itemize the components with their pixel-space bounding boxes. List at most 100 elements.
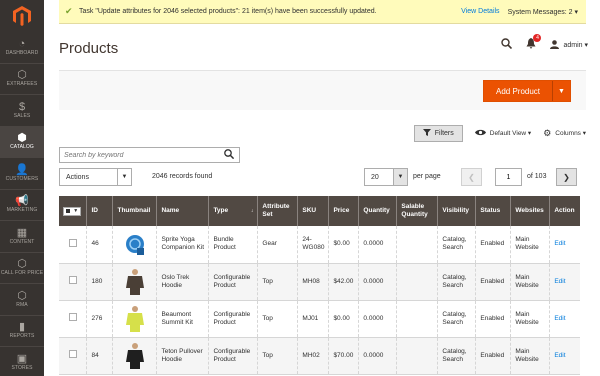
cell-id: 180 xyxy=(86,263,113,301)
edit-link[interactable]: Edit xyxy=(554,278,565,285)
default-view-label: Default View ▾ xyxy=(489,130,532,137)
mass-select-checkbox[interactable]: ▼ xyxy=(63,206,81,216)
cell-quantity: 0.0000 xyxy=(358,226,397,264)
cell-attribute-set: Top xyxy=(257,337,298,375)
edit-link[interactable]: Edit xyxy=(554,352,565,359)
cell-salable-quantity xyxy=(396,226,438,264)
column-header-quantity[interactable]: Quantity xyxy=(358,196,397,226)
sidebar-item-marketing[interactable]: 📢 MARKETING xyxy=(0,190,44,221)
cell-thumbnail[interactable] xyxy=(112,300,157,338)
magento-logo-icon xyxy=(13,6,31,26)
grid-controls: Actions ▼ 2046 records found 20 ▼ per pa… xyxy=(59,168,586,186)
cell-id: 46 xyxy=(86,226,113,264)
mass-select-header[interactable]: ▼ xyxy=(59,196,87,226)
cell-type: Configurable Product xyxy=(208,263,258,301)
system-messages-toggle[interactable]: System Messages: 2 ▾ xyxy=(508,8,578,16)
row-checkbox[interactable] xyxy=(68,313,77,321)
sidebar-item-label: CALL FOR PRICE xyxy=(0,270,44,277)
cell-status: Enabled xyxy=(475,226,511,264)
call-for-price-icon: ⬡ xyxy=(17,258,27,271)
cell-websites: Main Website xyxy=(510,337,550,375)
edit-link[interactable]: Edit xyxy=(554,240,565,247)
sidebar-item-customers[interactable]: 👤 CUSTOMERS xyxy=(0,158,44,190)
view-details-link[interactable]: View Details xyxy=(461,8,499,15)
column-header-name[interactable]: Name xyxy=(156,196,209,226)
main-content: ✔ Task "Update attributes for 2046 selec… xyxy=(44,0,600,376)
product-thumbnail-image[interactable] xyxy=(123,305,147,333)
add-product-button[interactable]: Add Product ▼ xyxy=(483,80,571,102)
columns-label: Columns ▾ xyxy=(555,130,586,137)
row-select-cell xyxy=(59,226,87,264)
table-row[interactable]: 84 Teton Pullover Hoodie Configurable Prod… xyxy=(59,337,580,375)
sidebar-item-stores[interactable]: ▣ STORES xyxy=(0,347,44,376)
current-page-input[interactable] xyxy=(495,168,522,186)
sidebar-item-sales[interactable]: $ SALES xyxy=(0,95,44,127)
column-header-price[interactable]: Price xyxy=(328,196,359,226)
sidebar-item-catalog[interactable]: ⬢ CATALOG xyxy=(0,126,44,158)
search-submit-icon[interactable] xyxy=(219,148,239,162)
sidebar-item-label: CONTENT xyxy=(9,238,35,245)
cell-name: Sprite Yoga Companion Kit xyxy=(156,226,209,264)
default-view-dropdown[interactable]: Default View ▾ xyxy=(474,129,532,138)
cell-websites: Main Website xyxy=(510,300,550,338)
table-row[interactable]: 46 Sprite Yoga Companion Kit Bundle Produc… xyxy=(59,226,580,264)
success-message: ✔ Task "Update attributes for 2046 selec… xyxy=(59,0,586,24)
chevron-down-icon[interactable]: ▼ xyxy=(552,81,570,101)
message-text: Task "Update attributes for 2046 selecte… xyxy=(79,8,377,15)
columns-dropdown[interactable]: ⚙ Columns ▾ xyxy=(543,128,586,139)
row-checkbox[interactable] xyxy=(68,238,77,247)
column-header-websites[interactable]: Websites xyxy=(510,196,550,226)
keyword-search xyxy=(59,147,240,163)
sidebar-item-extrafees[interactable]: ⬡ EXTRAFEES xyxy=(0,64,44,95)
product-thumbnail-image[interactable] xyxy=(123,230,147,258)
cell-thumbnail[interactable] xyxy=(112,263,157,301)
edit-link[interactable]: Edit xyxy=(554,315,565,322)
user-menu[interactable]: admin ▾ xyxy=(550,40,588,49)
megaphone-icon: 📢 xyxy=(15,195,29,208)
search-icon[interactable] xyxy=(501,38,513,51)
per-page-select[interactable]: 20 ▼ xyxy=(364,168,408,186)
cell-quantity: 0.0000 xyxy=(358,300,397,338)
sidebar-item-call-for-price[interactable]: ⬡ CALL FOR PRICE xyxy=(0,253,44,284)
cell-action: Edit xyxy=(549,337,580,375)
product-thumbnail-image[interactable] xyxy=(123,342,147,370)
column-header-sku[interactable]: SKU xyxy=(297,196,329,226)
row-select-cell xyxy=(59,263,87,301)
grid-header-row: ▼ ID Thumbnail Name Type ↓ Attribute Set… xyxy=(59,196,580,226)
sidebar-item-rma[interactable]: ⬡ RMA xyxy=(0,284,44,316)
column-header-type[interactable]: Type ↓ xyxy=(208,196,258,226)
row-checkbox[interactable] xyxy=(68,350,77,358)
cell-thumbnail[interactable] xyxy=(112,337,157,375)
product-thumbnail-image[interactable] xyxy=(123,268,147,296)
cell-websites: Main Website xyxy=(510,263,550,301)
previous-page-button[interactable]: ❮ xyxy=(461,168,482,186)
cell-type: Configurable Product xyxy=(208,337,258,375)
notifications-bell[interactable]: 4 xyxy=(526,34,542,51)
products-grid: ▼ ID Thumbnail Name Type ↓ Attribute Set… xyxy=(59,196,580,375)
column-header-id[interactable]: ID xyxy=(86,196,113,226)
sidebar-item-label: MARKETING xyxy=(6,207,38,214)
mass-actions-dropdown[interactable]: Actions ▼ xyxy=(59,168,132,186)
cell-quantity: 0.0000 xyxy=(358,337,397,375)
sidebar-item-label: EXTRAFEES xyxy=(6,81,38,88)
column-header-status[interactable]: Status xyxy=(475,196,511,226)
grid-toolbar: Filters Default View ▾ ⚙ Columns ▾ xyxy=(59,124,586,142)
sidebar-item-dashboard[interactable]: ◔ DASHBOARD xyxy=(0,32,44,64)
cell-thumbnail[interactable] xyxy=(112,226,157,264)
cell-price: $0.00 xyxy=(328,300,359,338)
sidebar-item-label: CUSTOMERS xyxy=(5,175,39,182)
next-page-button[interactable]: ❯ xyxy=(556,168,577,186)
cell-websites: Main Website xyxy=(510,226,550,264)
column-header-visibility[interactable]: Visibility xyxy=(437,196,476,226)
table-row[interactable]: 180 Oslo Trek Hoodie Configurable Product T… xyxy=(59,263,580,301)
filters-button[interactable]: Filters xyxy=(413,124,463,142)
column-header-attribute-set[interactable]: Attribute Set xyxy=(257,196,298,226)
sidebar-item-reports[interactable]: ▮ REPORTS xyxy=(0,316,44,347)
row-checkbox[interactable] xyxy=(68,276,77,284)
cell-type: Bundle Product xyxy=(208,226,258,264)
table-row[interactable]: 276 Beaumont Summit Kit Configurable Produ… xyxy=(59,300,580,338)
sidebar-item-content[interactable]: ▦ CONTENT xyxy=(0,221,44,253)
search-input[interactable] xyxy=(60,151,219,159)
cell-attribute-set: Top xyxy=(257,263,298,301)
magento-logo[interactable] xyxy=(0,0,44,32)
